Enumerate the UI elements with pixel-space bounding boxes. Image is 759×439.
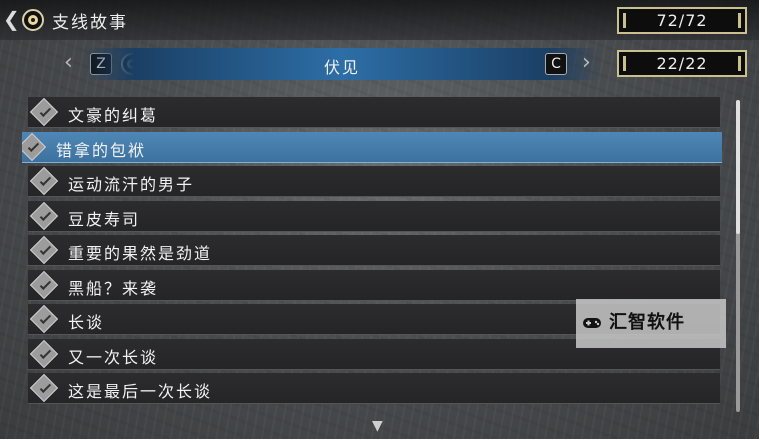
list-item-label: 又一次长谈	[68, 348, 159, 367]
checkmark-icon	[29, 201, 59, 231]
page-title: 支线故事	[52, 13, 128, 33]
list-item[interactable]: 这是最后一次长谈	[28, 373, 720, 404]
list-item-label: 运动流汗的男子	[68, 175, 195, 194]
story-list: 文豪的纠葛错拿的包袱运动流汗的男子 豆皮寿司重要的果然是劲道 黑船？来袭长谈又一次长…	[22, 97, 722, 427]
watermark: 汇智软件	[576, 299, 726, 348]
category-tab[interactable]: 伏见	[82, 48, 602, 80]
checkmark-icon	[29, 339, 59, 369]
category-prev-chevron-icon[interactable]: ‹	[64, 52, 73, 74]
list-item[interactable]: 黑船？来袭	[28, 270, 720, 301]
scroll-down-chevron-icon[interactable]: ▼	[372, 418, 383, 434]
list-item-label: 文豪的纠葛	[68, 106, 159, 125]
checkmark-icon	[29, 304, 59, 334]
checkmark-icon	[29, 97, 59, 127]
list-item[interactable]: 运动流汗的男子	[28, 166, 720, 197]
list-item-label: 黑船？来袭	[68, 279, 159, 298]
list-item-label: 重要的果然是劲道	[68, 244, 213, 263]
checkmark-icon	[29, 166, 59, 196]
category-next-chevron-icon[interactable]: ›	[582, 52, 591, 74]
list-item[interactable]: 豆皮寿司	[28, 201, 720, 232]
list-item[interactable]: 重要的果然是劲道	[28, 235, 720, 266]
list-item-label: 错拿的包袱	[56, 141, 147, 160]
checkmark-icon	[29, 270, 59, 300]
list-item-label: 豆皮寿司	[68, 210, 141, 229]
category-label: 伏见	[323, 58, 360, 77]
list-item[interactable]: 错拿的包袱	[22, 132, 722, 163]
clan-emblem-icon	[22, 9, 44, 31]
checkmark-icon	[29, 373, 59, 403]
list-item-label: 这是最后一次长谈	[68, 382, 213, 401]
list-item-label: 长谈	[68, 313, 105, 332]
watermark-text: 汇智软件	[609, 312, 685, 333]
checkmark-icon	[29, 235, 59, 265]
scrollbar-thumb[interactable]	[736, 100, 740, 234]
next-category-key[interactable]: C	[545, 53, 567, 75]
category-counter: 22/22	[617, 50, 747, 77]
gamepad-logo-icon	[583, 318, 601, 328]
list-item[interactable]: 文豪的纠葛	[28, 97, 720, 128]
header-bar: ❮ 支线故事 72/72	[0, 0, 759, 40]
checkmark-icon	[22, 132, 47, 162]
total-counter: 72/72	[617, 7, 747, 34]
chevron-left-icon[interactable]: ❮	[3, 6, 20, 32]
